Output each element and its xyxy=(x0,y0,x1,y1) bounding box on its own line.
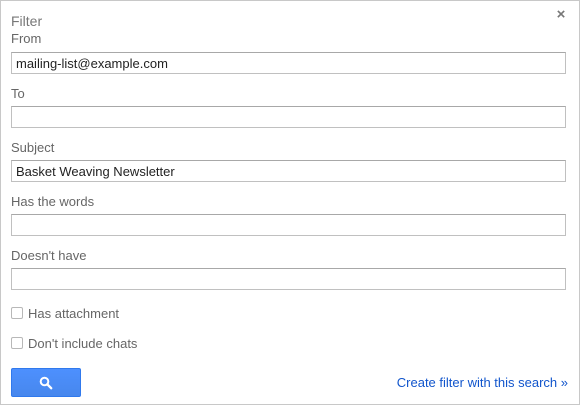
search-icon xyxy=(39,376,53,389)
doesnt-have-label: Doesn't have xyxy=(11,248,87,263)
has-attachment-option[interactable]: Has attachment xyxy=(11,305,120,321)
dont-include-chats-checkbox[interactable] xyxy=(11,337,23,349)
dialog-title: Filter xyxy=(11,13,43,29)
from-input[interactable] xyxy=(11,52,566,74)
search-button[interactable] xyxy=(11,368,81,397)
has-words-label: Has the words xyxy=(11,194,95,209)
has-words-input[interactable] xyxy=(11,214,566,236)
dont-include-chats-label: Don't include chats xyxy=(28,335,138,351)
subject-input[interactable] xyxy=(11,160,566,182)
subject-label: Subject xyxy=(11,140,55,155)
filter-dialog: Filter × From To Subject Has the words D… xyxy=(0,0,580,405)
has-attachment-label: Has attachment xyxy=(28,305,120,321)
has-attachment-checkbox[interactable] xyxy=(11,307,23,319)
to-input[interactable] xyxy=(11,106,566,128)
from-label: From xyxy=(11,31,42,46)
close-icon[interactable]: × xyxy=(553,7,569,23)
doesnt-have-input[interactable] xyxy=(11,268,566,290)
to-label: To xyxy=(11,86,25,101)
dont-include-chats-option[interactable]: Don't include chats xyxy=(11,335,138,351)
create-filter-link[interactable]: Create filter with this search » xyxy=(397,375,568,390)
